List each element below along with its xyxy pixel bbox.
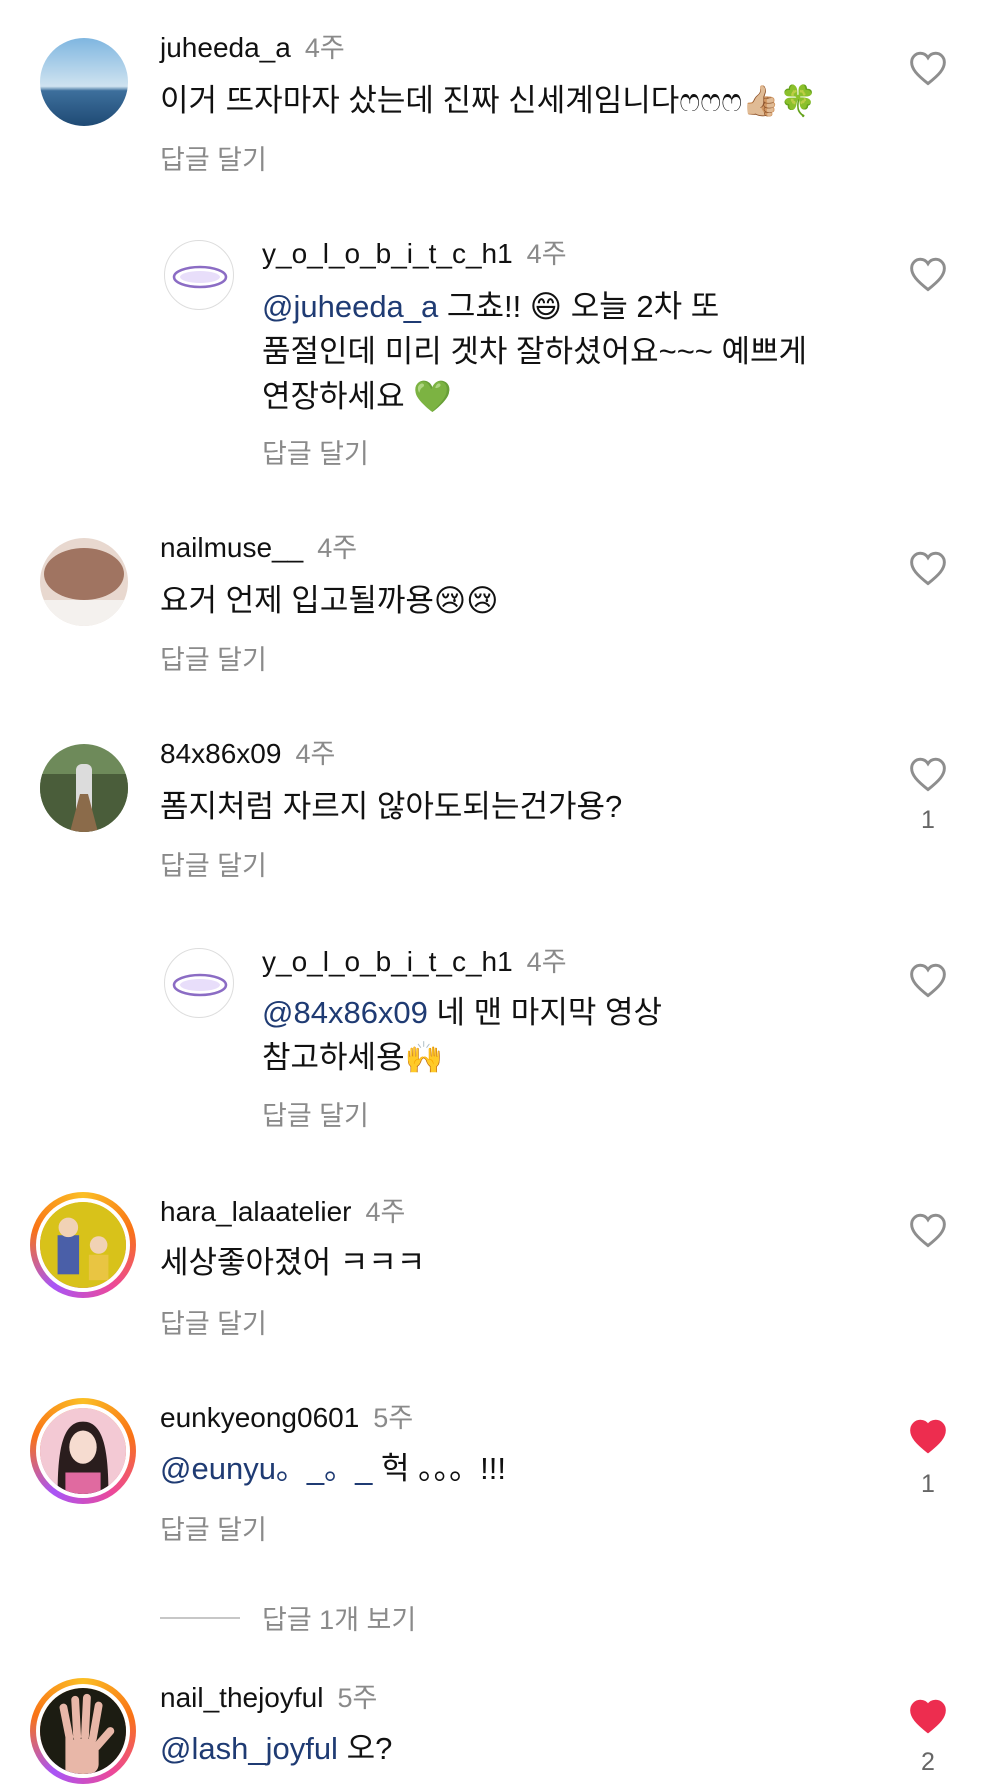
heart-filled-icon[interactable] bbox=[908, 1698, 948, 1734]
mention-link[interactable]: @juheeda_a bbox=[262, 289, 438, 324]
username[interactable]: eunkyeong0601 bbox=[160, 1402, 359, 1433]
username[interactable]: 84x86x09 bbox=[160, 738, 281, 769]
view-replies-button[interactable]: 답글 1개 보기 bbox=[160, 1598, 416, 1637]
timestamp: 4주 bbox=[304, 33, 345, 63]
avatar[interactable] bbox=[30, 1192, 136, 1298]
username[interactable]: nail_thejoyful bbox=[160, 1682, 323, 1713]
timestamp: 5주 bbox=[337, 1683, 378, 1713]
reply-button[interactable]: 답글 달기 bbox=[262, 1094, 369, 1133]
avatar[interactable] bbox=[40, 744, 128, 832]
username[interactable]: y_o_l_o_b_i_t_c_h1 bbox=[262, 238, 513, 269]
mention-link[interactable]: @lash_joyful bbox=[160, 1731, 338, 1766]
timestamp: 4주 bbox=[295, 739, 336, 769]
avatar-image bbox=[40, 1202, 126, 1288]
reply-button[interactable]: 답글 달기 bbox=[160, 138, 267, 177]
comment-text-line1: 네 맨 마지막 영상 bbox=[436, 995, 663, 1030]
reply-button[interactable]: 답글 달기 bbox=[160, 1508, 267, 1547]
avatar[interactable] bbox=[164, 948, 234, 1018]
comment-text: 오? bbox=[346, 1731, 393, 1766]
avatar[interactable] bbox=[30, 1678, 136, 1784]
view-replies-label: 답글 1개 보기 bbox=[262, 1605, 417, 1635]
reply-button[interactable]: 답글 달기 bbox=[160, 844, 267, 883]
heart-icon[interactable] bbox=[908, 256, 948, 292]
comment-text-line1: 그쵸!! 😄 오늘 2차 또 bbox=[446, 289, 720, 324]
heart-icon[interactable] bbox=[908, 550, 948, 586]
divider-line bbox=[160, 1616, 240, 1619]
username[interactable]: hara_lalaatelier bbox=[160, 1196, 351, 1227]
heart-filled-icon[interactable] bbox=[908, 1418, 948, 1454]
like-count: 1 bbox=[921, 1470, 935, 1498]
reply-button[interactable]: 답글 달기 bbox=[160, 638, 267, 677]
timestamp: 4주 bbox=[365, 1197, 406, 1227]
avatar-image bbox=[172, 973, 228, 997]
timestamp: 4주 bbox=[317, 533, 358, 563]
avatar-image bbox=[40, 1688, 126, 1774]
heart-icon[interactable] bbox=[908, 1212, 948, 1248]
timestamp: 5주 bbox=[373, 1403, 414, 1433]
like-count: 1 bbox=[921, 806, 935, 834]
avatar[interactable] bbox=[30, 1398, 136, 1504]
username[interactable]: nailmuse__ bbox=[160, 532, 303, 563]
avatar-image bbox=[40, 744, 128, 832]
comment-text: 헉 。。。!!! bbox=[381, 1451, 507, 1486]
like-count: 2 bbox=[921, 1748, 935, 1776]
comment-text-line3: 연장하세요 💚 bbox=[262, 379, 452, 414]
avatar[interactable] bbox=[164, 240, 234, 310]
heart-icon[interactable] bbox=[908, 50, 948, 86]
avatar-image bbox=[172, 265, 228, 289]
avatar-image bbox=[40, 38, 128, 126]
reply-button[interactable]: 답글 달기 bbox=[160, 1302, 267, 1341]
reply-button[interactable]: 답글 달기 bbox=[262, 432, 369, 471]
comment-text: 세상좋아졌어 ㅋㅋㅋ bbox=[160, 1245, 426, 1280]
username[interactable]: y_o_l_o_b_i_t_c_h1 bbox=[262, 946, 513, 977]
avatar[interactable] bbox=[40, 38, 128, 126]
heart-icon[interactable] bbox=[908, 962, 948, 998]
comment-text: 폼지처럼 자르지 않아도되는건가용? bbox=[160, 789, 623, 824]
avatar[interactable] bbox=[40, 538, 128, 626]
comment-text: 이거 뜨자마자 샀는데 진짜 신세계임니다ෆෆෆ bbox=[160, 83, 743, 118]
comment-text-line2: 참고하세용🙌 bbox=[262, 1040, 444, 1075]
timestamp: 4주 bbox=[526, 239, 567, 269]
avatar-image bbox=[40, 1408, 126, 1494]
avatar-image bbox=[40, 538, 128, 626]
heart-icon[interactable] bbox=[908, 756, 948, 792]
comment-text: 요거 언제 입고될까용😢😢 bbox=[160, 583, 499, 618]
username[interactable]: juheeda_a bbox=[160, 32, 291, 63]
mention-link[interactable]: @eunyu。_。_ bbox=[160, 1451, 372, 1486]
timestamp: 4주 bbox=[526, 947, 567, 977]
comment-text-line2: 품절인데 미리 겟차 잘하셨어요~~~ 예쁘게 bbox=[262, 334, 808, 369]
comment-emoji: 👍🏼🍀 bbox=[742, 84, 817, 119]
mention-link[interactable]: @84x86x09 bbox=[262, 995, 428, 1030]
